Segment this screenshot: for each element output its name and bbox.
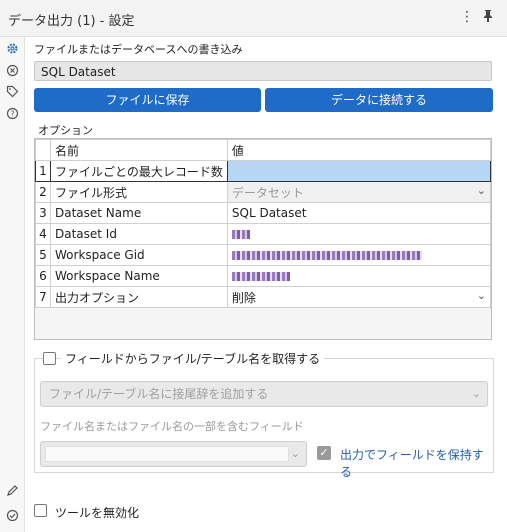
- gear-icon[interactable]: [4, 42, 20, 58]
- workspace-gid-value[interactable]: [226, 244, 492, 266]
- row-number: 4: [35, 223, 51, 245]
- row-name: ファイル形式: [50, 181, 228, 203]
- row-number: 6: [35, 265, 51, 287]
- field-select-inner: [45, 446, 289, 462]
- pencil-icon[interactable]: [4, 484, 20, 500]
- row-name: Dataset Id: [50, 223, 228, 245]
- grid-header-row: 名前 値: [35, 139, 492, 161]
- grid-header-num: [35, 139, 51, 161]
- field-select[interactable]: ⌄: [40, 441, 307, 467]
- file-format-value: データセット: [231, 185, 304, 200]
- row-number: 5: [35, 244, 51, 266]
- disable-tool-checkbox[interactable]: [34, 504, 47, 517]
- more-menu-icon[interactable]: ⋮: [460, 9, 474, 25]
- options-grid: 名前 値 1 ファイルごとの最大レコード数 2 ファイル形式 データセット ⌄ 3…: [34, 138, 492, 340]
- file-format-select[interactable]: データセット ⌄: [226, 181, 492, 203]
- row-name: Workspace Gid: [50, 244, 228, 266]
- grid-header-name: 名前: [50, 139, 228, 161]
- row-number: 7: [35, 286, 51, 308]
- chevron-down-icon: ⌄: [476, 183, 486, 197]
- get-name-from-field-checkbox[interactable]: [43, 352, 56, 365]
- keep-field-checkbox[interactable]: ✓: [317, 446, 331, 460]
- row-number: 3: [35, 202, 51, 224]
- row-name: Workspace Name: [50, 265, 228, 287]
- row-name: 出力オプション: [50, 286, 228, 308]
- check-circle-icon[interactable]: [4, 509, 20, 525]
- svg-text:?: ?: [10, 110, 14, 119]
- table-row[interactable]: 4 Dataset Id: [35, 223, 492, 245]
- left-toolbar: ?: [0, 37, 25, 532]
- options-label: オプション: [38, 124, 93, 137]
- redacted-value: [231, 230, 250, 239]
- disable-tool-label: ツールを無効化: [55, 506, 140, 520]
- workspace-name-value[interactable]: [226, 265, 492, 287]
- table-row[interactable]: 5 Workspace Gid: [35, 244, 492, 266]
- grid-header-value: 値: [226, 139, 492, 161]
- redacted-value: [231, 272, 290, 281]
- dataset-id-value[interactable]: [226, 223, 492, 245]
- window-title: データ出力 (1) - 設定: [8, 14, 135, 29]
- chevron-down-icon: ⌄: [471, 387, 481, 400]
- max-records-input[interactable]: [226, 160, 492, 182]
- suffix-select[interactable]: ファイル/テーブル名に接尾辞を追加する ⌄: [40, 381, 488, 407]
- table-row[interactable]: 2 ファイル形式 データセット ⌄: [35, 181, 492, 203]
- write-section-label: ファイルまたはデータベースへの書き込み: [34, 43, 243, 56]
- dataset-field[interactable]: SQL Dataset: [34, 61, 492, 81]
- chevron-down-icon: ⌄: [290, 447, 300, 460]
- keep-field-label: 出力でフィールドを保持する: [340, 448, 484, 479]
- redacted-value: [231, 251, 422, 260]
- help-icon[interactable]: ?: [4, 107, 20, 123]
- row-name: Dataset Name: [50, 202, 228, 224]
- save-to-file-button[interactable]: ファイルに保存: [34, 88, 261, 112]
- field-label: ファイル名またはファイル名の一部を含むフィールド: [40, 420, 304, 433]
- suffix-select-value: ファイル/テーブル名に接尾辞を追加する: [49, 387, 269, 401]
- group-title: フィールドからファイル/テーブル名を取得する: [61, 350, 325, 367]
- x-circle-icon[interactable]: [4, 64, 20, 80]
- table-row[interactable]: 7 出力オプション 削除 ⌄: [35, 286, 492, 308]
- table-name-from-field-group: フィールドからファイル/テーブル名を取得する ファイル/テーブル名に接尾辞を追加…: [34, 350, 494, 479]
- chevron-down-icon: ⌄: [476, 288, 486, 302]
- row-number: 2: [35, 181, 51, 203]
- output-option-value: 削除: [231, 290, 256, 305]
- table-row[interactable]: 3 Dataset Name SQL Dataset: [35, 202, 492, 224]
- tag-icon[interactable]: [4, 85, 20, 101]
- row-number: 1: [35, 160, 51, 182]
- pin-icon[interactable]: [482, 9, 494, 26]
- table-row[interactable]: 6 Workspace Name: [35, 265, 492, 287]
- table-row[interactable]: 1 ファイルごとの最大レコード数: [35, 160, 492, 182]
- row-name: ファイルごとの最大レコード数: [50, 160, 228, 182]
- dataset-name-value[interactable]: SQL Dataset: [226, 202, 492, 224]
- output-option-select[interactable]: 削除 ⌄: [226, 286, 492, 308]
- connect-data-button[interactable]: データに接続する: [265, 88, 493, 112]
- title-bar: データ出力 (1) - 設定 ⋮: [0, 0, 507, 37]
